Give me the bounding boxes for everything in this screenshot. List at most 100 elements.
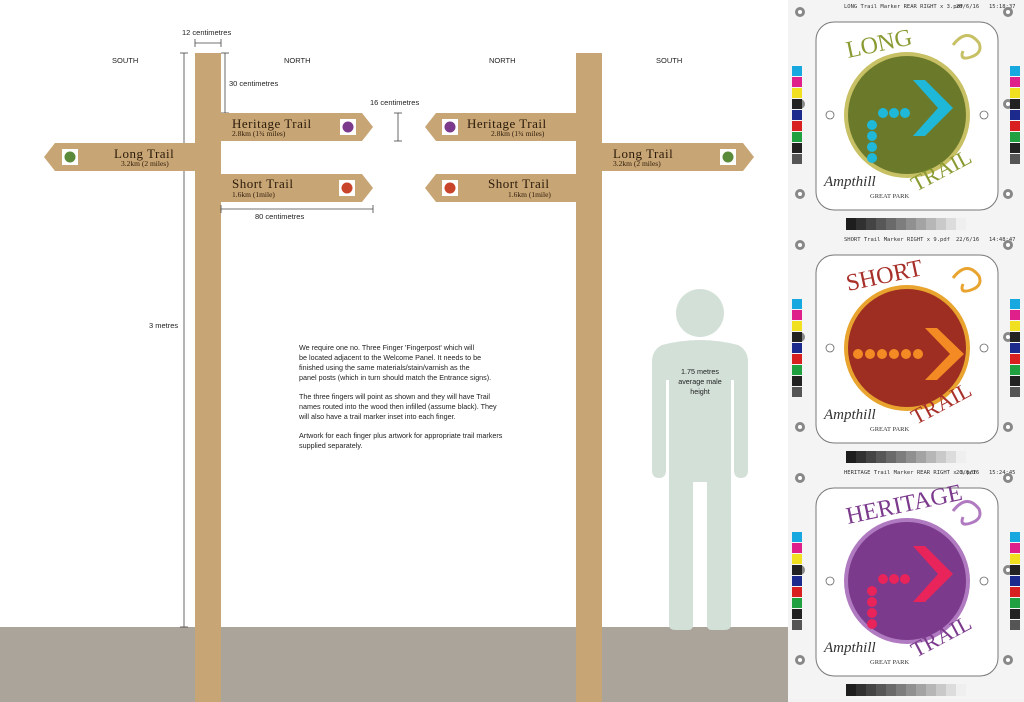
note-line: names routed into the wood then infilled…	[299, 402, 497, 411]
heritage-marker-icon	[444, 121, 456, 133]
marker-brand: Ampthill	[823, 640, 876, 656]
color-swatch	[792, 332, 802, 342]
gray-swatch	[886, 684, 896, 696]
color-swatch	[1010, 77, 1020, 87]
arrow-dot	[900, 108, 910, 118]
marker-brand-sub: GREAT PARK	[870, 193, 909, 200]
sign-heritage-right-distance: 2.8km (1¾ miles)	[491, 129, 545, 138]
gray-swatch	[956, 218, 966, 230]
registration-target-dot	[798, 10, 802, 14]
left-post	[195, 53, 221, 702]
left-north-label: NORTH	[284, 56, 311, 65]
sign-short-right-distance: 1.6km (1mile)	[508, 190, 551, 199]
color-swatch	[792, 532, 802, 542]
registration-target-dot	[798, 192, 802, 196]
sign-short-right-name: Short Trail	[488, 176, 550, 191]
color-swatch	[792, 310, 802, 320]
arrow-dot	[878, 108, 888, 118]
color-swatch	[1010, 532, 1020, 542]
gray-swatch	[886, 451, 896, 463]
color-swatch	[1010, 154, 1020, 164]
arrow-dot	[867, 120, 877, 130]
arrow-dot	[867, 619, 877, 629]
gray-swatch	[896, 684, 906, 696]
sign-long-right: Long Trail 3.2km (2 miles)	[602, 143, 754, 171]
color-swatch	[1010, 565, 1020, 575]
marker-sheet-short: SHORT Trail Marker RIGHT x 9.pdf 22/6/16 1…	[788, 233, 1024, 466]
gray-swatch	[916, 218, 926, 230]
arrow-dot	[900, 574, 910, 584]
registration-target-dot	[1006, 658, 1010, 662]
sign-heritage-right: Heritage Trail 2.8km (1¾ miles)	[425, 113, 576, 141]
gray-swatch	[936, 218, 946, 230]
sign-long-left: Long Trail 3.2km (2 miles)	[44, 143, 195, 171]
sign-short-right: Short Trail 1.6km (1mile)	[425, 174, 576, 202]
note-line: be located adjacent to the Welcome Panel…	[299, 353, 481, 362]
registration-target-dot	[1006, 568, 1010, 572]
gray-swatch	[896, 218, 906, 230]
color-swatch	[1010, 132, 1020, 142]
gray-swatch	[906, 451, 916, 463]
gray-swatch	[866, 684, 876, 696]
gray-swatch	[926, 218, 936, 230]
gray-swatch	[886, 218, 896, 230]
gray-swatch	[916, 451, 926, 463]
sign-heritage-left-distance: 2.8km (1¾ miles)	[232, 129, 286, 138]
gray-swatch	[946, 451, 956, 463]
gray-swatch	[946, 684, 956, 696]
color-swatch	[792, 543, 802, 553]
color-swatch	[792, 354, 802, 364]
dim-post-height-label: 3 metres	[149, 321, 178, 330]
registration-target-dot	[1006, 192, 1010, 196]
color-swatch	[792, 99, 802, 109]
color-swatch	[1010, 121, 1020, 131]
registration-target-dot	[798, 243, 802, 247]
color-swatch	[792, 110, 802, 120]
person-silhouette: 1.75 metres average male height	[652, 289, 748, 630]
color-swatch	[1010, 609, 1020, 619]
color-swatch	[792, 66, 802, 76]
note-line: The three fingers will point as shown an…	[299, 392, 490, 401]
color-swatch	[1010, 554, 1020, 564]
registration-target-dot	[798, 425, 802, 429]
color-swatch	[792, 387, 802, 397]
gray-swatch	[916, 684, 926, 696]
note-line: panel posts (which in turn should match …	[299, 373, 491, 382]
note-line: Artwork for each finger plus artwork for…	[299, 431, 503, 440]
marker-header-date: 22/6/16	[956, 237, 979, 243]
gray-swatch	[956, 684, 966, 696]
gray-swatch	[926, 684, 936, 696]
note-line: will also have a trail marker inset into…	[298, 412, 456, 421]
ground	[0, 627, 788, 702]
gray-swatch	[856, 451, 866, 463]
color-swatch	[1010, 576, 1020, 586]
heritage-marker-icon	[342, 121, 354, 133]
right-south-label: SOUTH	[656, 56, 682, 65]
color-swatch	[792, 576, 802, 586]
marker-file-header: LONG Trail Marker REAR RIGHT x 3.pdf	[844, 4, 963, 10]
gray-swatch	[846, 684, 856, 696]
trail-marker-sheets: LONG Trail Marker REAR RIGHT x 3.pdf20/6…	[788, 0, 1024, 699]
right-post	[576, 53, 602, 702]
color-swatch	[792, 132, 802, 142]
color-swatch	[792, 587, 802, 597]
gray-swatch	[846, 451, 856, 463]
right-north-label: NORTH	[489, 56, 516, 65]
color-swatch	[792, 609, 802, 619]
sign-short-left: Short Trail 1.6km (1mile)	[221, 174, 373, 202]
gray-swatch	[876, 218, 886, 230]
color-swatch	[792, 321, 802, 331]
note-line: finished using the same materials/stain/…	[299, 363, 470, 372]
arrow-dot	[889, 349, 899, 359]
color-swatch	[1010, 110, 1020, 120]
color-swatch	[792, 154, 802, 164]
color-swatch	[1010, 543, 1020, 553]
arrow-dot	[867, 597, 877, 607]
left-south-label: SOUTH	[112, 56, 138, 65]
registration-target-dot	[1006, 10, 1010, 14]
dim-finger-length-label: 80 centimetres	[255, 212, 304, 221]
color-swatch	[792, 143, 802, 153]
dim-finger-gap-label: 16 centimetres	[370, 98, 419, 107]
color-swatch	[792, 376, 802, 386]
arrow-dot	[867, 608, 877, 618]
